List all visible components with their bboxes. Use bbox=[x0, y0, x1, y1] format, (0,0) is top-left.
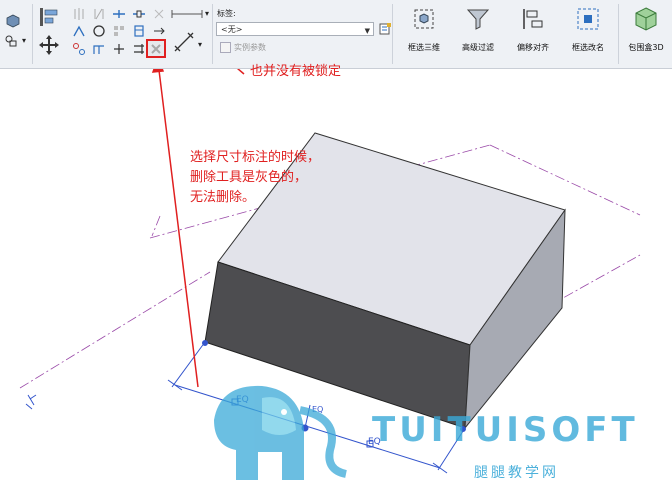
offset-icon[interactable] bbox=[72, 24, 86, 38]
label-combo[interactable]: <无> ▼ bbox=[216, 22, 374, 36]
mirror-draw-icon bbox=[94, 8, 104, 20]
measure-icon[interactable] bbox=[170, 8, 204, 20]
align-icon[interactable] bbox=[38, 6, 60, 28]
offset-align-button[interactable]: 偏移对齐 bbox=[507, 6, 559, 53]
advanced-filter-button[interactable]: 高级过滤 bbox=[452, 6, 504, 53]
instance-param-label: 实例参数 bbox=[234, 43, 266, 52]
scale-icon[interactable] bbox=[152, 24, 166, 38]
move-icon[interactable] bbox=[38, 34, 60, 56]
watermark-brand: TUITUISOFT bbox=[372, 410, 639, 450]
box-rename-label: 框选改名 bbox=[572, 43, 604, 52]
box-rename-button[interactable]: 框选改名 bbox=[562, 6, 614, 53]
lock-annotation: 也并没有被锁定 bbox=[250, 64, 342, 79]
bounding-box-3d-label: 包围盒3D bbox=[628, 43, 664, 52]
box-select-3d-button[interactable]: 框选三维 bbox=[398, 6, 450, 53]
offset-align-label: 偏移对齐 bbox=[517, 43, 549, 52]
dropdown-arrow-icon[interactable]: ▾ bbox=[22, 36, 26, 45]
dimension-icon[interactable] bbox=[172, 30, 196, 54]
split-gap-icon[interactable] bbox=[132, 7, 146, 21]
dimension-dropdown-icon[interactable]: ▾ bbox=[198, 40, 202, 49]
watermark-subtitle: 腿腿教学网 bbox=[474, 465, 559, 481]
array-icon bbox=[114, 26, 124, 36]
delete-button bbox=[146, 39, 166, 58]
bounding-box-icon bbox=[635, 7, 657, 31]
mirror-pick-icon bbox=[74, 8, 84, 20]
rotate-icon[interactable] bbox=[92, 24, 106, 38]
delete-annotation-line1: 选择尺寸标注的时候， bbox=[190, 150, 321, 165]
combo-arrow-icon[interactable]: ▼ bbox=[365, 24, 370, 38]
box-select-icon bbox=[414, 9, 434, 29]
trim-single-icon[interactable] bbox=[112, 42, 126, 56]
box-rename-icon bbox=[577, 8, 599, 30]
box-select-3d-label: 框选三维 bbox=[408, 43, 440, 52]
trim-multiple-icon[interactable] bbox=[132, 42, 146, 56]
delete-icon bbox=[151, 44, 161, 54]
filter-icon bbox=[466, 9, 490, 30]
advanced-filter-label: 高级过滤 bbox=[462, 43, 494, 52]
delete-annotation-line3: 无法删除。 bbox=[190, 190, 256, 205]
delete-annotation-line2: 删除工具是灰色的， bbox=[190, 170, 308, 185]
label-combo-value: <无> bbox=[221, 25, 243, 34]
ribbon-toolbar: ▾ ▾ ▾ 标签: <无> ▼ 实例参数 框选三维 高级过滤 偏移对齐 框选改名… bbox=[0, 0, 672, 69]
pin-icon[interactable] bbox=[132, 24, 146, 38]
bounding-box-3d-button[interactable]: 包围盒3D bbox=[620, 6, 672, 53]
type-properties-icon[interactable] bbox=[378, 22, 392, 36]
watermark-logo bbox=[214, 385, 348, 480]
level-marker[interactable] bbox=[25, 394, 37, 410]
copy-icon[interactable] bbox=[72, 42, 86, 56]
trim-icon[interactable] bbox=[92, 42, 106, 56]
offset-align-icon bbox=[523, 9, 543, 29]
label-field-caption: 标签: bbox=[217, 9, 236, 18]
split-icon[interactable] bbox=[112, 7, 126, 21]
group-icon[interactable] bbox=[4, 34, 18, 48]
unpin-icon bbox=[154, 9, 164, 19]
cube-icon[interactable] bbox=[6, 14, 20, 28]
measure-dropdown-icon[interactable]: ▾ bbox=[205, 9, 209, 18]
instance-param-checkbox bbox=[220, 42, 231, 53]
